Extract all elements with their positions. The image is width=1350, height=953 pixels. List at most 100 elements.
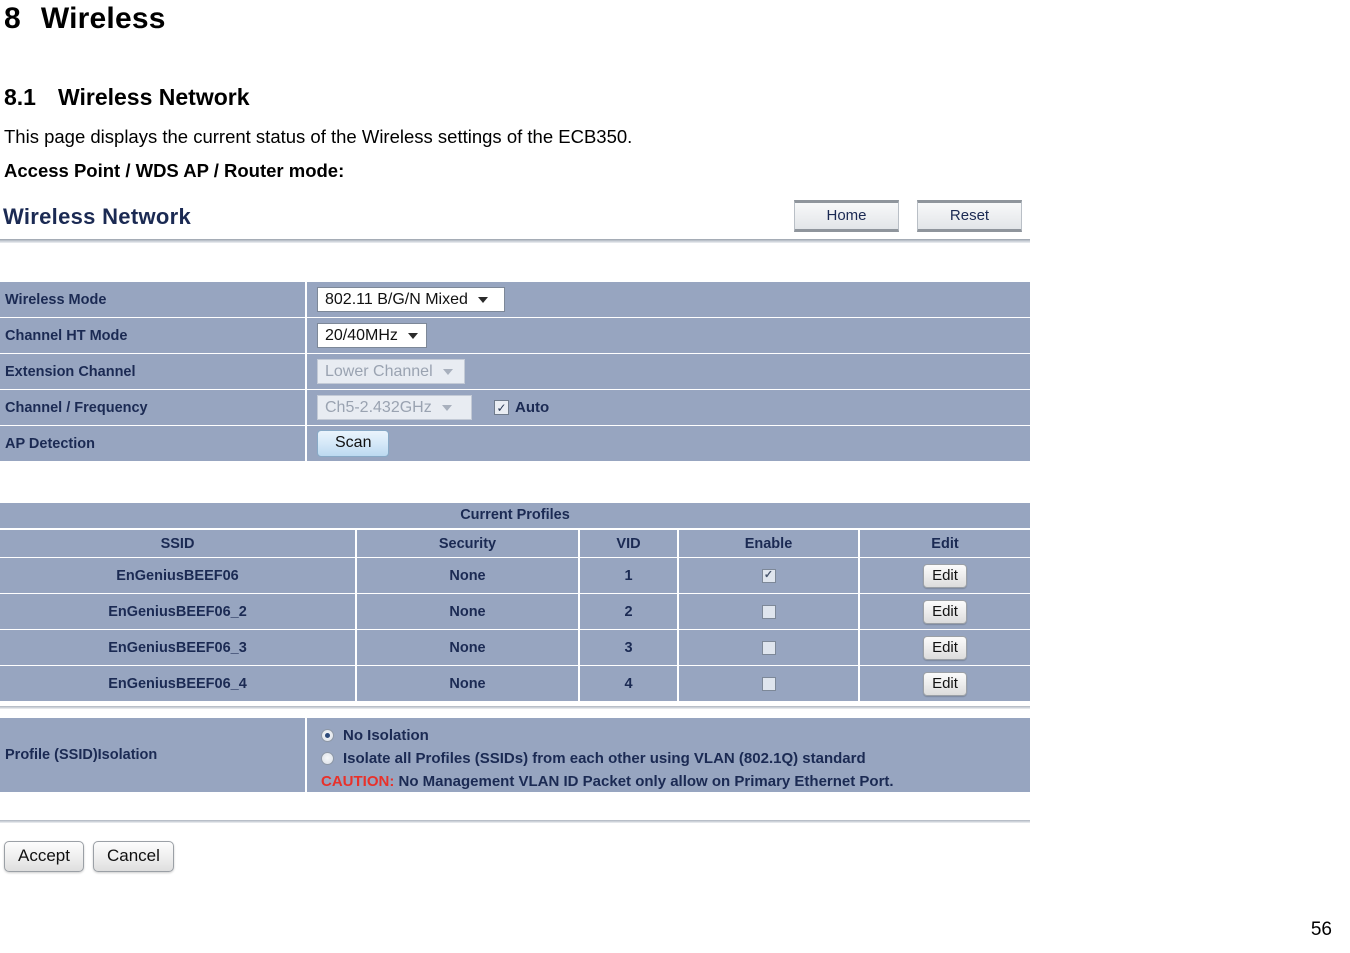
column-header-security: Security — [357, 530, 580, 557]
cancel-button[interactable]: Cancel — [92, 841, 174, 872]
auto-checkbox-group: ✓ Auto — [494, 399, 549, 416]
column-header-edit: Edit — [860, 530, 1030, 557]
cell-ssid: EnGeniusBEEF06_4 — [0, 666, 357, 701]
settings-row-channel-ht-mode: Channel HT Mode 20/40MHz — [0, 318, 1030, 353]
settings-value-ap-detection: Scan — [307, 426, 1030, 461]
chapter-heading: 8 Wireless — [0, 0, 1350, 36]
enable-checkbox[interactable] — [761, 640, 776, 655]
cell-ssid: EnGeniusBEEF06_3 — [0, 630, 357, 665]
page-number: 56 — [1310, 919, 1332, 940]
edit-button[interactable]: Edit — [923, 563, 967, 588]
edit-button[interactable]: Edit — [923, 635, 967, 660]
caution-message: No Management VLAN ID Packet only allow … — [394, 773, 894, 790]
profiles-header-row: SSID Security VID Enable Edit — [0, 530, 1030, 557]
cell-security: None — [357, 630, 580, 665]
section-number: 8.1 — [4, 84, 36, 110]
caution-keyword: CAUTION: — [321, 773, 395, 790]
isolation-options: No Isolation Isolate all Profiles (SSIDs… — [307, 718, 1030, 792]
caution-note: CAUTION: No Management VLAN ID Packet on… — [321, 773, 1030, 790]
column-header-ssid: SSID — [0, 530, 357, 557]
cell-vid: 3 — [580, 630, 679, 665]
form-footer: Accept Cancel — [0, 820, 1030, 872]
isolation-section: Profile (SSID)Isolation No Isolation Iso… — [0, 706, 1030, 792]
isolation-divider — [0, 706, 1030, 709]
mode-caption: Access Point / WDS AP / Router mode: — [4, 160, 345, 181]
current-profiles-table: Current Profiles SSID Security VID Enabl… — [0, 503, 1030, 702]
current-profiles-title: Current Profiles — [0, 503, 1030, 528]
auto-checkbox[interactable]: ✓ — [494, 400, 509, 415]
header-button-group: Home Reset — [794, 200, 1022, 232]
panel-header: Wireless Network Home Reset — [0, 196, 1030, 244]
cell-edit: Edit — [860, 666, 1030, 701]
cell-enable: ✓ — [679, 558, 860, 593]
edit-button[interactable]: Edit — [923, 599, 967, 624]
settings-label-extension-channel: Extension Channel — [0, 354, 307, 389]
footer-button-group: Accept Cancel — [0, 823, 1030, 872]
auto-checkbox-label: Auto — [515, 399, 550, 416]
chevron-down-icon — [477, 296, 488, 303]
wireless-mode-select[interactable]: 802.11 B/G/N Mixed — [317, 287, 505, 312]
settings-value-channel-ht-mode: 20/40MHz — [307, 318, 1030, 353]
settings-label-channel-ht-mode: Channel HT Mode — [0, 318, 307, 353]
page-title: Wireless Network — [3, 204, 192, 229]
extension-channel-select[interactable]: Lower Channel — [317, 359, 465, 384]
enable-checkbox[interactable] — [761, 604, 776, 619]
settings-value-channel-frequency: Ch5-2.432GHz ✓ Auto — [307, 390, 1030, 425]
cell-ssid: EnGeniusBEEF06 — [0, 558, 357, 593]
cell-security: None — [357, 594, 580, 629]
cell-security: None — [357, 666, 580, 701]
enable-checkbox[interactable] — [761, 676, 776, 691]
settings-value-wireless-mode: 802.11 B/G/N Mixed — [307, 282, 1030, 317]
isolation-option-label: Isolate all Profiles (SSIDs) from each o… — [343, 750, 866, 767]
isolation-option-no-isolation[interactable]: No Isolation — [321, 727, 1030, 744]
settings-row-ap-detection: AP Detection Scan — [0, 426, 1030, 461]
isolation-label: Profile (SSID)Isolation — [0, 718, 307, 792]
isolation-row: Profile (SSID)Isolation No Isolation Iso… — [0, 718, 1030, 792]
settings-row-channel-frequency: Channel / Frequency Ch5-2.432GHz ✓ Auto — [0, 390, 1030, 425]
cell-enable — [679, 630, 860, 665]
home-button[interactable]: Home — [794, 200, 899, 232]
table-row: EnGeniusBEEF06 None 1 ✓ Edit — [0, 558, 1030, 593]
radio-isolate-all[interactable] — [321, 752, 334, 765]
extension-channel-select-value: Lower Channel — [325, 362, 433, 380]
cell-ssid: EnGeniusBEEF06_2 — [0, 594, 357, 629]
document-text-block: 8 Wireless 8.1 Wireless Network This page … — [0, 0, 1350, 182]
table-row: EnGeniusBEEF06_2 None 2 Edit — [0, 594, 1030, 629]
channel-ht-mode-select[interactable]: 20/40MHz — [317, 323, 427, 348]
cell-enable — [679, 594, 860, 629]
radio-no-isolation[interactable] — [321, 729, 334, 742]
wireless-mode-select-value: 802.11 B/G/N Mixed — [325, 290, 468, 308]
reset-button[interactable]: Reset — [917, 200, 1022, 232]
chevron-down-icon — [407, 332, 418, 339]
cell-security: None — [357, 558, 580, 593]
chevron-down-icon — [442, 368, 453, 375]
isolation-option-label: No Isolation — [343, 727, 429, 744]
edit-button[interactable]: Edit — [923, 671, 967, 696]
channel-frequency-select-value: Ch5-2.432GHz — [325, 398, 432, 416]
settings-label-channel-frequency: Channel / Frequency — [0, 390, 307, 425]
settings-row-extension-channel: Extension Channel Lower Channel — [0, 354, 1030, 389]
channel-ht-mode-select-value: 20/40MHz — [325, 326, 398, 344]
isolation-option-isolate-all[interactable]: Isolate all Profiles (SSIDs) from each o… — [321, 750, 1030, 767]
cell-vid: 4 — [580, 666, 679, 701]
header-divider — [0, 239, 1030, 243]
column-header-vid: VID — [580, 530, 679, 557]
channel-frequency-select[interactable]: Ch5-2.432GHz — [317, 395, 472, 420]
cell-edit: Edit — [860, 558, 1030, 593]
cell-vid: 2 — [580, 594, 679, 629]
cell-edit: Edit — [860, 630, 1030, 665]
settings-row-wireless-mode: Wireless Mode 802.11 B/G/N Mixed — [0, 282, 1030, 317]
table-row: EnGeniusBEEF06_3 None 3 Edit — [0, 630, 1030, 665]
wireless-settings-table: Wireless Mode 802.11 B/G/N Mixed Channel… — [0, 282, 1030, 462]
scan-button[interactable]: Scan — [317, 430, 390, 457]
enable-checkbox[interactable]: ✓ — [761, 568, 776, 583]
wireless-network-panel: Wireless Network Home Reset Wireless Mod… — [0, 196, 1030, 872]
cell-vid: 1 — [580, 558, 679, 593]
cell-enable — [679, 666, 860, 701]
accept-button[interactable]: Accept — [4, 841, 84, 872]
chapter-title: Wireless — [40, 2, 166, 35]
settings-value-extension-channel: Lower Channel — [307, 354, 1030, 389]
settings-label-wireless-mode: Wireless Mode — [0, 282, 307, 317]
chevron-down-icon — [441, 404, 452, 411]
intro-paragraph: This page displays the current status of… — [4, 126, 633, 147]
